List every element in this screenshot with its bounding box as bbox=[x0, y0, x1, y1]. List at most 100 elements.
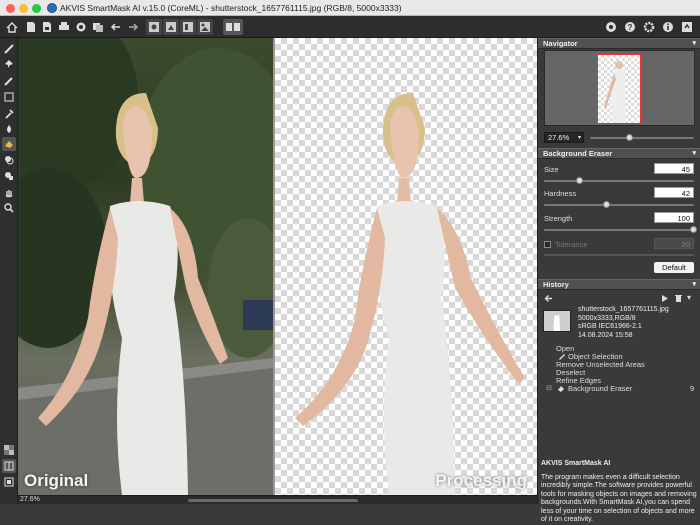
status-bar: 27.6% bbox=[18, 495, 537, 504]
trash-icon[interactable] bbox=[674, 294, 683, 305]
replace-icon[interactable] bbox=[197, 19, 213, 35]
selection-brush-icon[interactable] bbox=[2, 42, 16, 56]
chevron-down-icon[interactable]: ▾ bbox=[692, 39, 696, 49]
horizontal-scrollbar[interactable] bbox=[188, 499, 358, 502]
original-image: Original bbox=[18, 38, 273, 495]
help-icon[interactable]: ? bbox=[622, 19, 638, 35]
mask-icon[interactable] bbox=[163, 19, 179, 35]
background-eraser-icon bbox=[557, 385, 565, 395]
background-eraser-icon[interactable] bbox=[2, 137, 16, 151]
navigator-header[interactable]: Navigator ▾ bbox=[538, 38, 700, 49]
background-icon[interactable] bbox=[180, 19, 196, 35]
status-zoom: 27.6% bbox=[20, 496, 40, 503]
play-icon[interactable] bbox=[660, 294, 669, 305]
processing-label: Processing bbox=[435, 471, 527, 490]
strength-label: Strength bbox=[544, 214, 573, 223]
history-color-profile: sRGB IEC61966-2.1 bbox=[578, 323, 642, 330]
window-title: AKVIS SmartMask AI v.15.0 (CoreML) - shu… bbox=[60, 3, 402, 13]
navigator-preview[interactable] bbox=[544, 50, 695, 126]
clone-icon[interactable] bbox=[2, 153, 16, 167]
tolerance-label: Tolerance bbox=[555, 240, 588, 249]
open-file-icon[interactable] bbox=[23, 19, 39, 35]
zoom-value: 27.6% bbox=[548, 133, 570, 142]
hand-icon[interactable] bbox=[2, 186, 16, 200]
maximize-window-button[interactable] bbox=[32, 4, 41, 13]
arrow-left-icon[interactable] bbox=[544, 294, 553, 305]
save-file-icon[interactable] bbox=[39, 19, 55, 35]
collapse-icon[interactable] bbox=[679, 19, 695, 35]
home-icon[interactable] bbox=[4, 19, 20, 35]
hardness-slider[interactable] bbox=[544, 204, 694, 206]
redo-icon[interactable] bbox=[125, 19, 141, 35]
share-icon[interactable] bbox=[73, 19, 89, 35]
history-title: History bbox=[543, 280, 569, 289]
svg-text:?: ? bbox=[628, 23, 633, 32]
view-mode-icon[interactable] bbox=[223, 19, 243, 35]
strength-slider[interactable] bbox=[544, 229, 694, 231]
tolerance-checkbox[interactable] bbox=[544, 241, 551, 248]
history-file-info: shutterstock_1657761115.jpg 5000x3333,RG… bbox=[578, 306, 669, 340]
chevron-down-icon[interactable]: ▾ bbox=[692, 280, 696, 290]
info-icon[interactable] bbox=[660, 19, 676, 35]
history-menu-icon[interactable]: ▾ bbox=[687, 293, 691, 302]
original-label: Original bbox=[24, 471, 89, 490]
about-panel: AKVIS SmartMask AI The program makes eve… bbox=[538, 460, 700, 523]
history-date: 14.08.2024 15:58 bbox=[578, 331, 633, 339]
chevron-down-icon: ▾ bbox=[577, 135, 581, 141]
navigator-title: Navigator bbox=[543, 39, 578, 48]
navigator-view-frame[interactable] bbox=[597, 54, 641, 124]
undo-icon[interactable] bbox=[108, 19, 124, 35]
batch-icon[interactable] bbox=[90, 19, 106, 35]
history-item-background-eraser[interactable]: Background Eraser bbox=[568, 384, 632, 393]
hardness-slider-knob[interactable] bbox=[603, 201, 610, 208]
tolerance-field: 20 bbox=[654, 238, 694, 249]
drop-icon[interactable] bbox=[2, 122, 16, 136]
history-thumbnail bbox=[543, 310, 571, 332]
hardness-label: Hardness bbox=[544, 189, 577, 198]
history-filename: shutterstock_1657761115.jpg bbox=[578, 306, 669, 313]
title-bar: AKVIS SmartMask AI v.15.0 (CoreML) - shu… bbox=[0, 0, 700, 16]
strength-field[interactable]: 100 bbox=[654, 212, 694, 223]
settings-panel: Navigator ▾ 27.6% ▾ Background Eraser ▾ S… bbox=[537, 38, 700, 523]
size-field[interactable]: 45 bbox=[654, 163, 694, 174]
minimize-window-button[interactable] bbox=[19, 4, 28, 13]
background-eraser-title: Background Eraser bbox=[543, 149, 613, 158]
history-toolbar: ▾ bbox=[538, 292, 700, 306]
auto-select-icon[interactable] bbox=[146, 19, 162, 35]
processing-image: Processing bbox=[275, 38, 537, 495]
zoom-dropdown[interactable]: 27.6% ▾ bbox=[544, 132, 584, 143]
strength-slider-knob[interactable] bbox=[690, 226, 697, 233]
settings-wheel-icon[interactable] bbox=[603, 19, 619, 35]
close-window-button[interactable] bbox=[6, 4, 15, 13]
magic-pin-icon[interactable] bbox=[2, 57, 16, 71]
app-logo-icon bbox=[47, 3, 57, 13]
default-button[interactable]: Default bbox=[654, 262, 694, 273]
size-label: Size bbox=[544, 165, 559, 174]
zoom-icon[interactable] bbox=[2, 201, 16, 215]
preferences-icon[interactable] bbox=[641, 19, 657, 35]
history-dimensions: 5000x3333,RGB/8 bbox=[578, 314, 636, 322]
background-eraser-header[interactable]: Background Eraser ▾ bbox=[538, 148, 700, 159]
eraser-brush-icon[interactable] bbox=[2, 74, 16, 88]
chevron-down-icon[interactable]: ▾ bbox=[692, 149, 696, 159]
expand-icon[interactable]: ⊟ bbox=[546, 384, 552, 392]
hardness-field[interactable]: 42 bbox=[654, 187, 694, 198]
size-slider-knob[interactable] bbox=[576, 177, 583, 184]
navigator-view-icon[interactable] bbox=[2, 475, 16, 489]
checker-view-icon[interactable] bbox=[2, 443, 16, 457]
dropper-icon[interactable] bbox=[2, 107, 16, 121]
zoom-slider-knob[interactable] bbox=[625, 134, 633, 141]
tools-panel bbox=[0, 38, 18, 504]
chameleon-icon[interactable] bbox=[2, 169, 16, 183]
history-header[interactable]: History ▾ bbox=[538, 279, 700, 290]
zoom-slider[interactable] bbox=[590, 137, 694, 139]
history-item-count: 9 bbox=[690, 384, 695, 393]
print-icon[interactable] bbox=[56, 19, 72, 35]
tolerance-slider bbox=[544, 254, 694, 256]
about-text: The program makes even a difficult selec… bbox=[541, 473, 697, 524]
size-slider[interactable] bbox=[544, 180, 694, 182]
image-canvas[interactable]: Original Processing bbox=[18, 38, 537, 495]
about-title: AKVIS SmartMask AI bbox=[541, 460, 611, 467]
rectangle-icon[interactable] bbox=[2, 90, 16, 104]
split-view-icon[interactable] bbox=[2, 459, 16, 473]
